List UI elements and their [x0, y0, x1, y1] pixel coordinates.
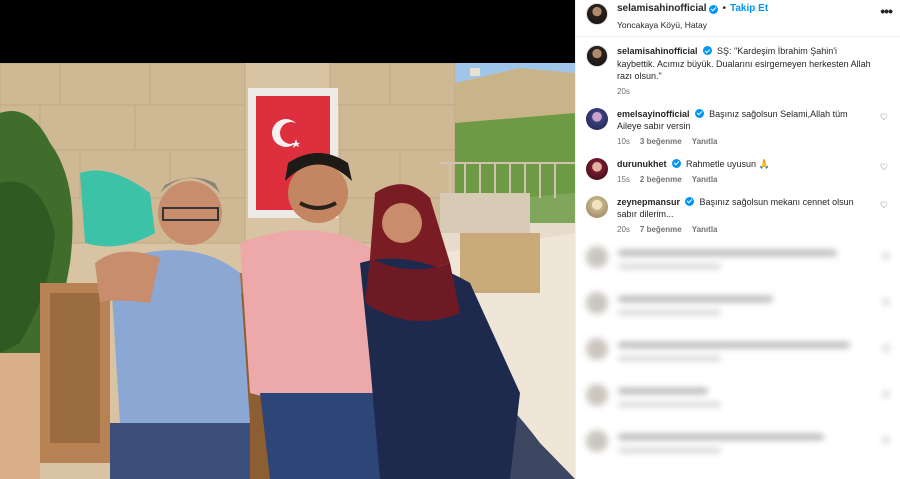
comments-list[interactable]: selamisahinofficial SŞ: "Kardeşim İbrahi… — [576, 38, 900, 479]
comment-text: Rahmetle uyusun 🙏 — [686, 158, 770, 169]
blurred-comment — [586, 291, 890, 338]
verified-badge-icon — [709, 4, 719, 14]
comment-username[interactable]: emelsayinofficial — [617, 109, 690, 119]
verified-badge-icon — [702, 46, 712, 55]
blurred-comment — [586, 337, 890, 384]
reply-button[interactable]: Yanıtla — [692, 137, 718, 146]
verified-badge-icon — [685, 196, 695, 206]
heart-icon — [882, 435, 890, 444]
blurred-comment — [586, 429, 890, 476]
blurred-comment — [586, 245, 890, 292]
comment-item: emelsayinofficial Başınız sağolsun Selam… — [586, 107, 890, 146]
blurred-avatar — [586, 337, 608, 360]
verified-badge-icon — [694, 108, 704, 118]
post-media[interactable] — [0, 0, 575, 479]
reply-button[interactable]: Yanıtla — [692, 225, 718, 234]
post-location[interactable]: Yoncakaya Köyü, Hatay — [617, 20, 768, 31]
comment-time[interactable]: 15s — [617, 175, 630, 184]
comment-likes[interactable]: 2 beğenme — [640, 175, 682, 184]
author-username[interactable]: selamisahinofficial — [617, 3, 706, 16]
blurred-avatar — [586, 291, 608, 314]
caption: selamisahinofficial SŞ: "Kardeşim İbrahi… — [586, 45, 890, 96]
comment-time[interactable]: 20s — [617, 225, 630, 234]
comment-avatar[interactable] — [586, 107, 608, 130]
heart-icon — [882, 389, 890, 398]
heart-icon — [882, 297, 890, 306]
more-options-icon[interactable]: ••• — [880, 3, 893, 19]
separator-dot: • — [722, 3, 726, 14]
comment-username[interactable]: zeynepmansur — [617, 197, 680, 207]
blurred-comments — [586, 245, 890, 476]
heart-icon — [882, 343, 890, 352]
blurred-avatar — [586, 245, 608, 268]
verified-badge-icon — [671, 158, 681, 168]
post-photo — [0, 63, 575, 479]
blurred-avatar — [586, 383, 608, 406]
follow-button[interactable]: Takip Et — [730, 3, 768, 16]
comment-item: zeynepmansur Başınız sağolsun mekanı cen… — [586, 195, 890, 234]
heart-icon — [882, 251, 890, 260]
heart-icon[interactable]: ♡ — [880, 200, 888, 211]
comment-time[interactable]: 10s — [617, 137, 630, 146]
comment-username[interactable]: durunukhet — [617, 159, 667, 169]
comment-likes[interactable]: 7 beğenme — [640, 225, 682, 234]
blurred-avatar — [586, 429, 608, 452]
comment-likes[interactable]: 3 beğenme — [640, 137, 682, 146]
caption-avatar[interactable] — [586, 45, 608, 67]
reply-button[interactable]: Yanıtla — [692, 175, 718, 184]
post-header: selamisahinofficial • Takip Et Yoncakaya… — [576, 0, 900, 37]
author-avatar[interactable] — [586, 3, 608, 25]
caption-username[interactable]: selamisahinofficial — [617, 46, 698, 56]
caption-time[interactable]: 20s — [617, 87, 630, 96]
comment-avatar[interactable] — [586, 195, 608, 218]
blurred-comment — [586, 383, 890, 430]
comment-avatar[interactable] — [586, 157, 608, 180]
comment-item: durunukhet Rahmetle uyusun 🙏 15s 2 beğen… — [586, 157, 890, 184]
post-panel: selamisahinofficial • Takip Et Yoncakaya… — [575, 0, 900, 479]
heart-icon[interactable]: ♡ — [880, 112, 888, 123]
heart-icon[interactable]: ♡ — [880, 162, 888, 173]
